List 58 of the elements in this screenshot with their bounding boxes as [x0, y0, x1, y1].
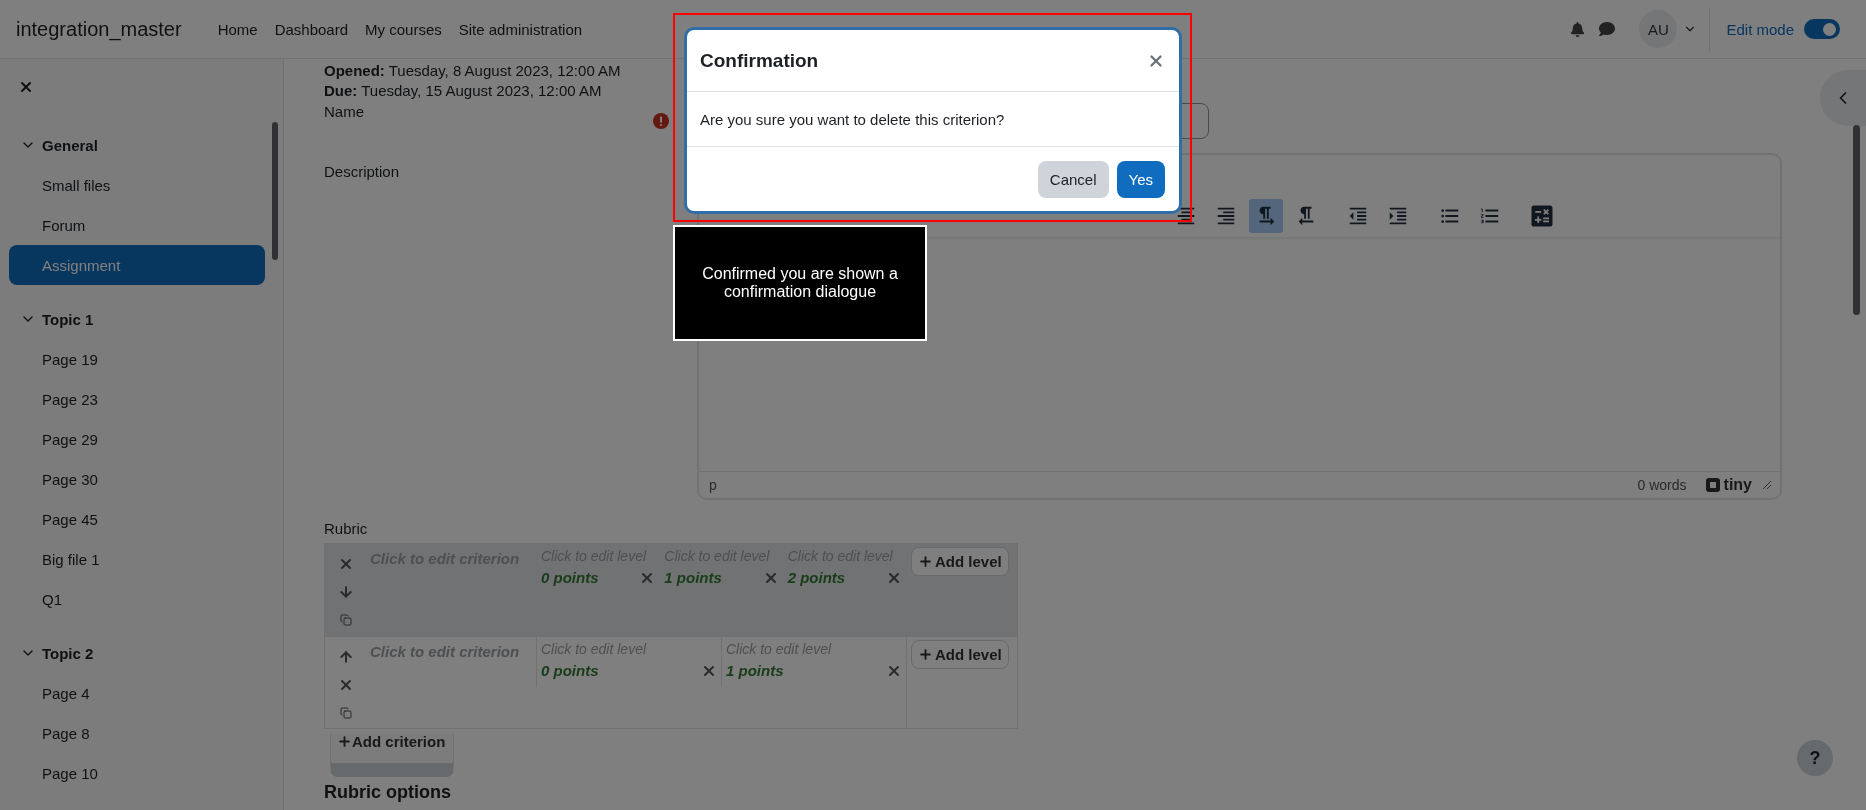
left-to-right-icon[interactable]	[1249, 199, 1283, 233]
resize-handle-icon[interactable]	[1762, 480, 1772, 490]
date-line: Due: Tuesday, 15 August 2023, 12:00 AM	[324, 81, 602, 101]
level-points[interactable]: 2 points	[787, 569, 846, 586]
section-heading[interactable]: General	[42, 136, 98, 154]
nav-link[interactable]: Home	[217, 20, 258, 38]
sidebar-item[interactable]: Page 19	[9, 339, 265, 379]
scrollbar-thumb[interactable]	[272, 122, 278, 260]
level-points[interactable]: 1 points	[664, 569, 722, 586]
sidebar-item[interactable]: Page 23	[9, 379, 265, 419]
bell-icon[interactable]	[1570, 21, 1586, 37]
site-name[interactable]: integration_master	[16, 17, 182, 41]
close-icon[interactable]	[18, 79, 34, 95]
confirm-button[interactable]: Yes	[1116, 160, 1165, 198]
section-heading: Rubric options	[324, 782, 451, 802]
brand-text[interactable]: tiny	[1723, 476, 1752, 494]
sidebar-item[interactable]: Page 4	[9, 673, 265, 713]
scrollbar-thumb[interactable]	[1853, 125, 1860, 315]
edit-mode-toggle[interactable]	[1804, 19, 1840, 39]
edit-mode-label: Edit mode	[1726, 20, 1794, 38]
add-level-button[interactable]: Add level	[911, 640, 1009, 669]
sidebar-item[interactable]: Page 30	[9, 459, 265, 499]
sidebar-item[interactable]: Page 45	[9, 499, 265, 539]
caption-box: Confirmed you are shown a confirmation dialogue	[673, 225, 927, 341]
sidebar-item[interactable]: Q1	[9, 579, 265, 619]
plus-icon	[918, 647, 933, 662]
plus-icon	[337, 734, 352, 749]
sidebar-item[interactable]: Big file 1	[9, 539, 265, 579]
tiny-logo-icon	[1704, 477, 1721, 493]
nav-link[interactable]: Dashboard	[274, 20, 349, 38]
sidebar-item[interactable]: Forum	[9, 205, 265, 245]
field-label: Description	[324, 163, 401, 180]
chat-icon[interactable]	[1599, 21, 1616, 37]
sidebar-item[interactable]: Page 8	[9, 713, 265, 753]
word-count: 0 words	[1637, 477, 1687, 493]
field-label: Name	[324, 103, 365, 120]
rubric-label: Rubric	[324, 520, 369, 537]
nav-link[interactable]: My courses	[365, 20, 442, 38]
sidebar-item[interactable]: Page 10	[9, 753, 265, 793]
cancel-button[interactable]: Cancel	[1037, 160, 1109, 198]
section-heading[interactable]: Topic 1	[42, 310, 94, 328]
sidebar-item[interactable]: Small files	[9, 165, 265, 205]
user-avatar[interactable]: AU	[1639, 10, 1678, 48]
nav-link[interactable]: Site administration	[458, 20, 583, 38]
dialog-title: Confirmation	[700, 49, 819, 72]
level-points[interactable]: 0 points	[541, 662, 599, 679]
level-points[interactable]: 0 points	[541, 569, 599, 586]
help-button[interactable]: ?	[1797, 740, 1833, 776]
sidebar-item[interactable]: Page 29	[9, 419, 265, 459]
add-level-button[interactable]: Add level	[911, 547, 1009, 576]
dialog-message: Are you sure you want to delete this criterion?	[700, 110, 1005, 128]
element-path: p	[709, 477, 717, 493]
section-heading[interactable]: Topic 2	[42, 644, 94, 662]
plus-icon	[918, 554, 933, 569]
add-criterion-button[interactable]: Add criterion	[330, 734, 454, 777]
sidebar-item[interactable]: Assignment	[9, 245, 265, 285]
level-points[interactable]: 1 points	[726, 662, 784, 679]
date-line: Opened: Tuesday, 8 August 2023, 12:00 AM	[324, 61, 621, 81]
